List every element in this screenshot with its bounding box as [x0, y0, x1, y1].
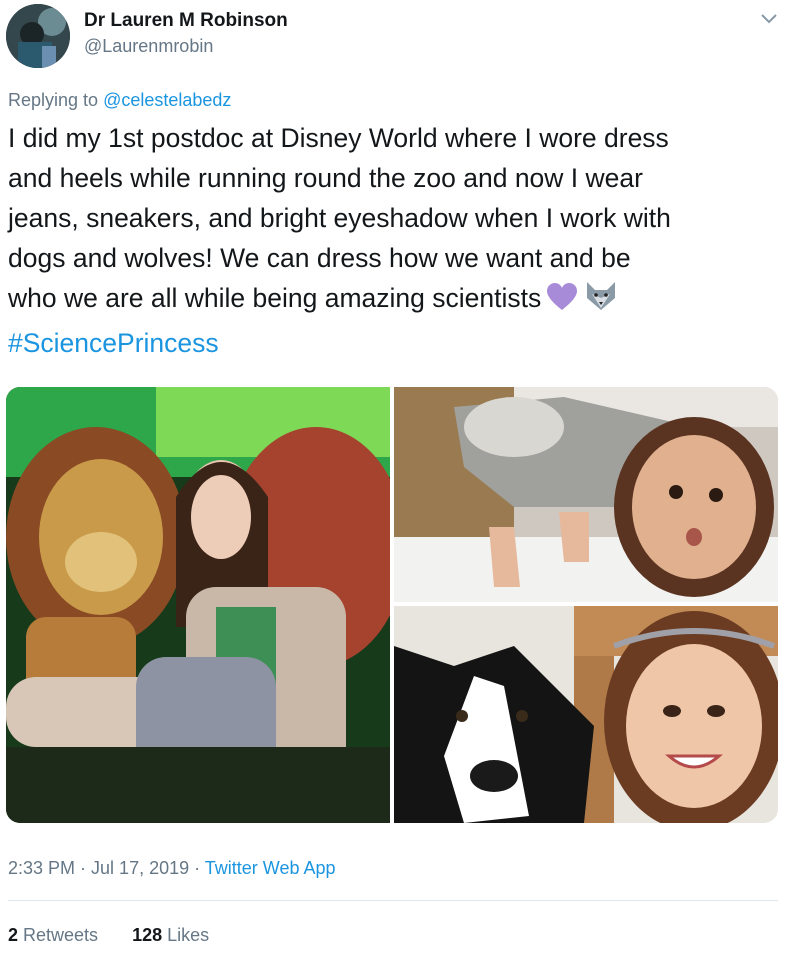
divider — [8, 900, 778, 901]
retweets-count: 2 — [8, 925, 19, 945]
tweet-stats: 2 Retweets 128 Likes — [8, 925, 209, 946]
photo-wolf-exhibit-selfie[interactable] — [394, 387, 778, 602]
reply-mention-link[interactable]: @celestelabedz — [103, 90, 231, 110]
avatar[interactable] — [6, 4, 70, 68]
media-grid — [6, 387, 778, 823]
wolf-face-icon — [583, 280, 619, 323]
meta-separator: · — [189, 858, 205, 878]
chevron-down-icon[interactable] — [760, 12, 778, 26]
likes-count: 128 — [132, 925, 163, 945]
tweet-line: I did my 1st postdoc at Disney World whe… — [8, 123, 669, 153]
retweets-label: Retweets — [18, 925, 99, 945]
tweet-date[interactable]: Jul 17, 2019 — [91, 858, 189, 878]
tweet-source-link[interactable]: Twitter Web App — [205, 858, 336, 878]
tweet-header: Dr Lauren M Robinson @Laurenmrobin — [0, 0, 800, 80]
purple-heart-icon — [545, 282, 579, 323]
tweet-line: and heels while running round the zoo an… — [8, 163, 643, 193]
tweet-line: who we are all while being amazing scien… — [8, 278, 794, 323]
tweet-line: jeans, sneakers, and bright eyeshadow wh… — [8, 203, 671, 233]
photo-dog-selfie[interactable] — [394, 606, 778, 823]
tweet-time[interactable]: 2:33 PM — [8, 858, 75, 878]
hashtag-link[interactable]: #SciencePrincess — [8, 323, 794, 363]
tweet-line: dogs and wolves! We can dress how we wan… — [8, 243, 631, 273]
retweets-stat[interactable]: 2 Retweets — [8, 925, 98, 945]
tweet-line-text: who we are all while being amazing scien… — [8, 283, 542, 313]
photo-lion-statue-selfie[interactable] — [6, 387, 390, 823]
replying-to: Replying to @celestelabedz — [8, 90, 231, 111]
tweet-meta: 2:33 PM · Jul 17, 2019 · Twitter Web App — [8, 858, 336, 879]
meta-separator: · — [75, 858, 92, 878]
tweet-text: I did my 1st postdoc at Disney World whe… — [8, 118, 794, 363]
user-handle[interactable]: @Laurenmrobin — [84, 36, 213, 57]
display-name[interactable]: Dr Lauren M Robinson — [84, 10, 288, 32]
likes-stat[interactable]: 128 Likes — [132, 925, 209, 945]
replying-to-label: Replying to — [8, 90, 104, 110]
likes-label: Likes — [162, 925, 210, 945]
